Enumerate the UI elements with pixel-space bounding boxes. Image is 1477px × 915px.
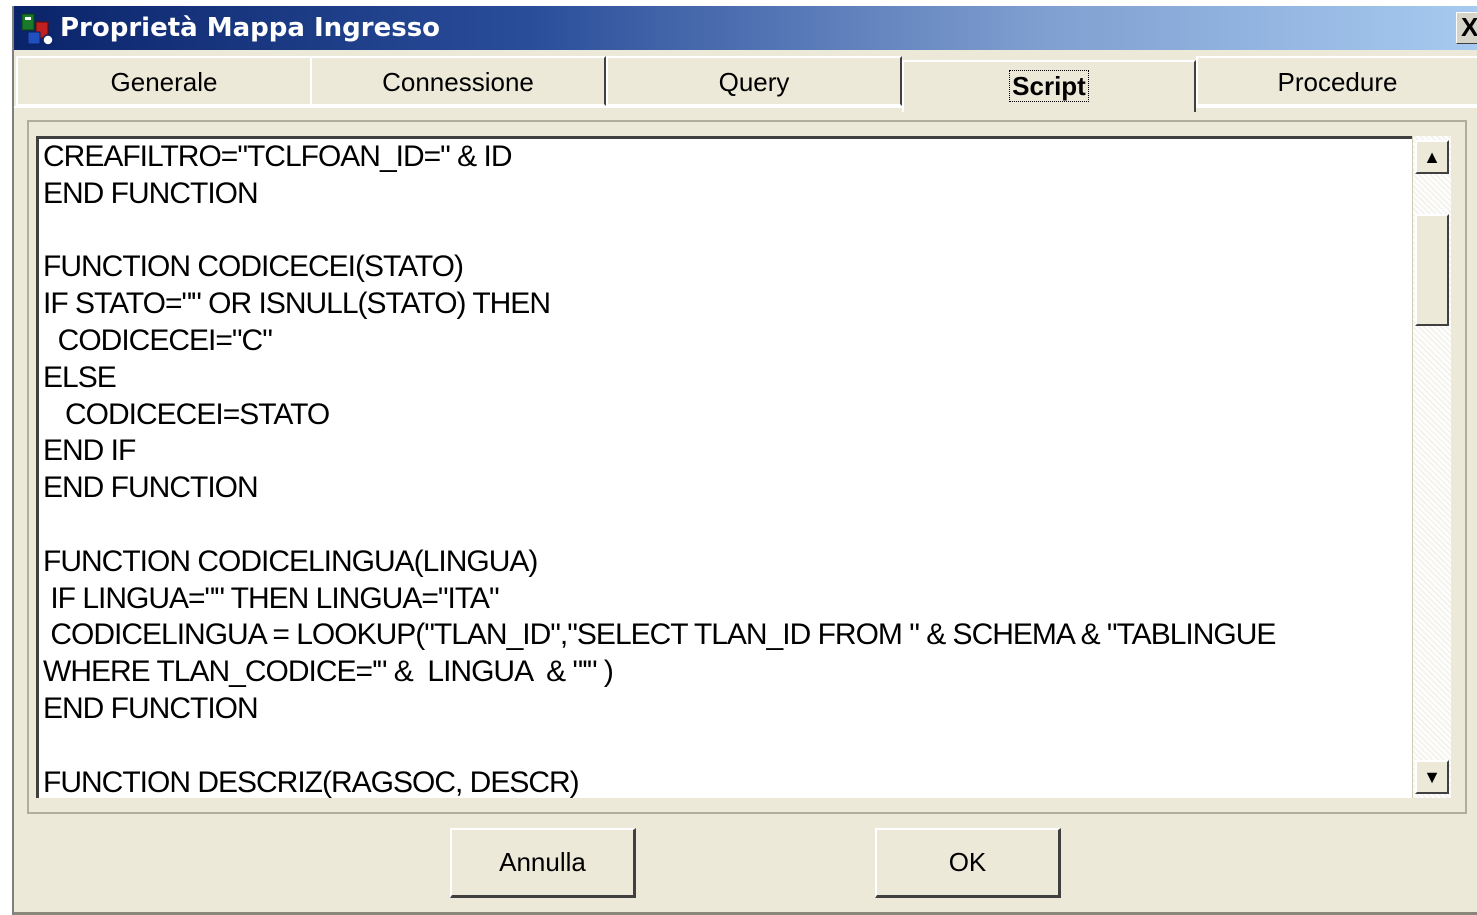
ok-button[interactable]: OK (875, 828, 1061, 898)
code-line[interactable]: IF STATO="" OR ISNULL(STATO) THEN (43, 286, 1275, 323)
tab-script[interactable]: Script (902, 60, 1196, 112)
code-line[interactable] (43, 507, 1275, 544)
code-line[interactable]: CODICELINGUA = LOOKUP("TLAN_ID","SELECT … (43, 617, 1276, 654)
script-code[interactable]: CREAFILTRO="TCLFOAN_ID=" & ID END FUNCTIO… (43, 139, 1276, 798)
tab-panel-border (14, 106, 1477, 108)
code-line[interactable]: FUNCTION CODICECEI(STATO) (43, 249, 1275, 286)
cancel-button[interactable]: Annulla (450, 828, 636, 898)
code-line[interactable]: END FUNCTION (43, 176, 1275, 213)
code-line[interactable]: CODICECEI="C" (43, 323, 1275, 360)
tab-label: Generale (110, 67, 218, 97)
code-line[interactable]: END IF (43, 433, 1275, 470)
code-line[interactable]: WHERE TLAN_CODICE='" & LINGUA & "'" ) (43, 654, 1275, 691)
code-line[interactable]: FUNCTION DESCRIZ(RAGSOC, DESCR) (43, 765, 1275, 798)
code-line[interactable]: IF LINGUA="" THEN LINGUA="ITA" (43, 581, 1275, 618)
tab-generale[interactable]: Generale (16, 56, 312, 106)
script-editor[interactable]: CREAFILTRO="TCLFOAN_ID=" & ID END FUNCTIO… (36, 136, 1421, 798)
scrollbar-thumb[interactable] (1415, 214, 1449, 326)
app-icon (21, 13, 54, 46)
tab-procedure[interactable]: Procedure (1196, 56, 1477, 106)
tab-connessione[interactable]: Connessione (310, 56, 606, 106)
window-title: Proprietà Mappa Ingresso (60, 13, 441, 43)
tab-label: Script (1009, 70, 1089, 102)
close-icon[interactable]: X (1456, 12, 1477, 44)
scroll-down-icon[interactable]: ▼ (1415, 760, 1449, 794)
dialog-window: Proprietà Mappa Ingresso X Generale Conn… (12, 6, 1477, 915)
code-line[interactable]: ELSE (43, 360, 1275, 397)
scroll-up-icon[interactable]: ▲ (1415, 140, 1449, 174)
code-line[interactable]: END FUNCTION (43, 470, 1275, 507)
code-line[interactable]: END FUNCTION (43, 691, 1275, 728)
code-line[interactable]: CODICECEI=STATO (43, 397, 1275, 434)
tab-label: Connessione (382, 67, 534, 97)
title-bar[interactable]: Proprietà Mappa Ingresso X (14, 6, 1477, 50)
code-line[interactable] (43, 213, 1275, 250)
tab-label: Procedure (1277, 67, 1398, 97)
code-line[interactable]: CREAFILTRO="TCLFOAN_ID=" & ID (43, 139, 1275, 176)
tab-query[interactable]: Query (606, 56, 902, 106)
code-line[interactable] (43, 728, 1275, 765)
code-line[interactable]: FUNCTION CODICELINGUA(LINGUA) (43, 544, 1275, 581)
tab-label: Query (718, 67, 790, 97)
vertical-scrollbar[interactable]: ▲ ▼ (1412, 136, 1451, 798)
